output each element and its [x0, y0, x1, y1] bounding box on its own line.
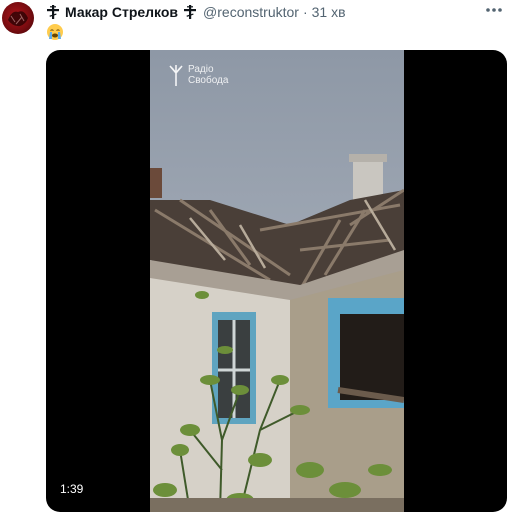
more-options-button[interactable] — [483, 1, 505, 19]
separator-dot: · — [302, 4, 308, 20]
orthodox-cross-icon — [47, 5, 59, 19]
more-options-icon — [486, 8, 502, 12]
video-duration: 1:39 — [54, 480, 90, 498]
avatar-art — [8, 11, 28, 27]
video-player[interactable]: Радіо Свобода 1:39 — [46, 50, 507, 512]
video-thumbnail — [150, 50, 404, 512]
timestamp[interactable]: 31 хв — [312, 4, 346, 20]
author-handle[interactable]: @reconstruktor — [203, 4, 299, 20]
crying-face-emoji — [47, 24, 63, 40]
tweet-header: Макар Стрелков @reconstruktor · 31 хв — [46, 3, 346, 21]
watermark-line2: Свобода — [188, 75, 229, 86]
watermark-line1: Радіо — [188, 64, 214, 75]
video-frame[interactable]: Радіо Свобода — [150, 50, 404, 512]
author-name[interactable]: Макар Стрелков — [65, 4, 178, 20]
radio-liberty-logo-icon — [169, 65, 183, 86]
radio-svoboda-watermark: Радіо Свобода — [168, 64, 228, 86]
avatar[interactable] — [2, 2, 34, 34]
orthodox-cross-icon — [184, 5, 197, 19]
